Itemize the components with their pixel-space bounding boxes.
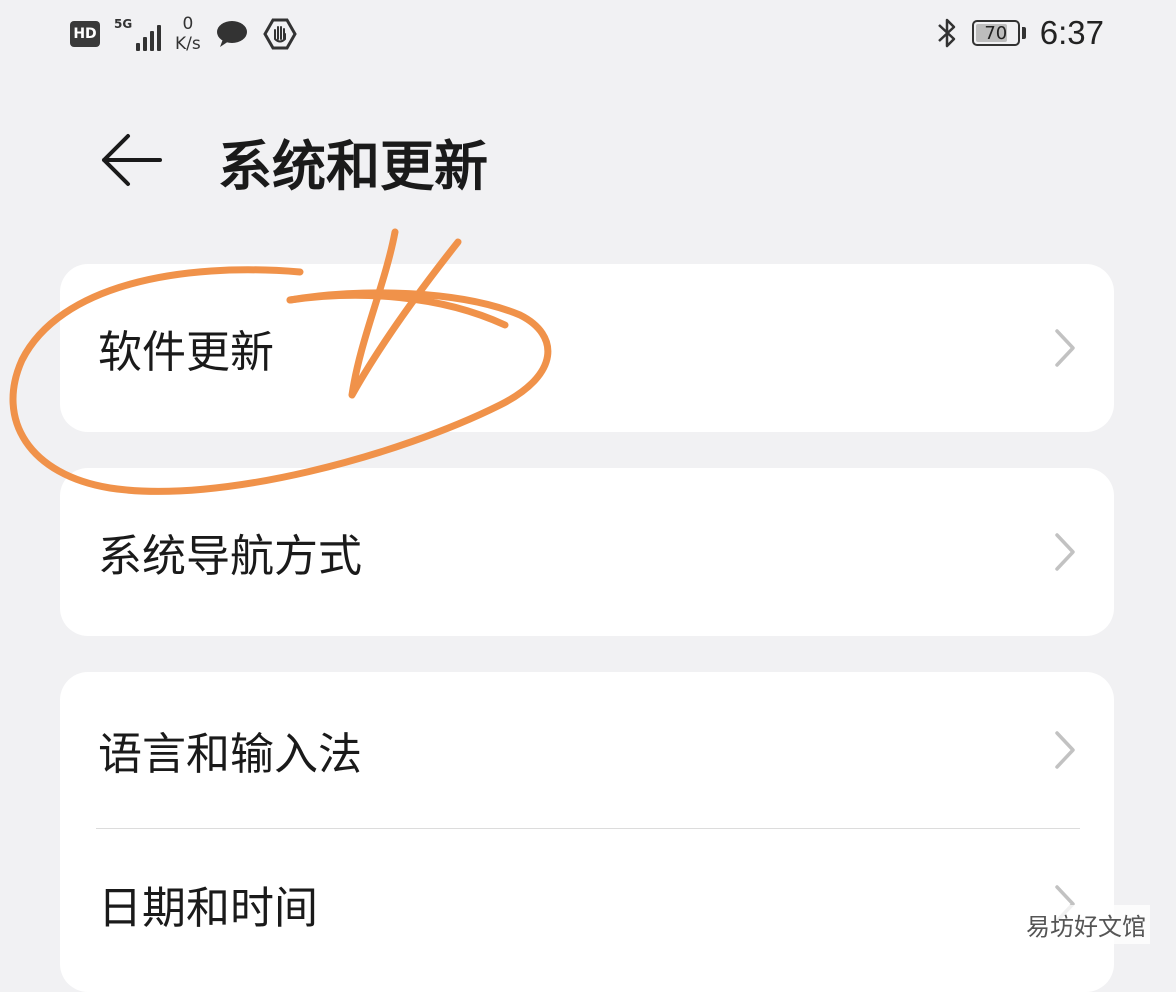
menu-item-label: 系统导航方式 xyxy=(98,531,362,582)
hand-shield-icon xyxy=(263,18,297,50)
menu-item-system-navigation[interactable]: 系统导航方式 xyxy=(60,468,1114,636)
card-language-date: 语言和输入法 日期和时间 xyxy=(60,672,1114,992)
chevron-right-icon xyxy=(1055,731,1075,769)
menu-item-language-input[interactable]: 语言和输入法 xyxy=(60,672,1114,828)
card-system-navigation: 系统导航方式 xyxy=(60,468,1114,636)
battery-icon: 70 xyxy=(971,20,1026,46)
watermark: 易坊好文馆 xyxy=(1022,905,1150,944)
back-arrow-icon xyxy=(102,134,162,186)
back-button[interactable] xyxy=(98,130,164,190)
status-bar-left: HD 5G 0 K/s xyxy=(70,14,297,54)
menu-item-software-update[interactable]: 软件更新 xyxy=(60,264,1114,432)
status-bar: HD 5G 0 K/s 70 6:37 xyxy=(0,0,1176,80)
menu-item-label: 日期和时间 xyxy=(98,883,318,934)
menu-item-date-time[interactable]: 日期和时间 xyxy=(60,829,1114,979)
network-speed-unit: K/s xyxy=(175,34,201,54)
menu-item-label: 语言和输入法 xyxy=(98,729,362,780)
card-software-update: 软件更新 xyxy=(60,264,1114,432)
status-time: 6:37 xyxy=(1039,14,1104,51)
page-header: 系统和更新 xyxy=(0,110,1176,210)
network-speed: 0 K/s xyxy=(175,14,201,54)
hd-icon: HD xyxy=(70,21,100,47)
menu-item-label: 软件更新 xyxy=(98,327,274,378)
signal-bars xyxy=(136,25,161,51)
battery-body: 70 xyxy=(971,20,1020,46)
bluetooth-icon xyxy=(937,18,956,48)
network-type-label: 5G xyxy=(114,17,133,31)
chevron-right-icon xyxy=(1055,533,1075,571)
status-bar-right: 70 6:37 xyxy=(936,14,1104,52)
battery-tip xyxy=(1021,27,1026,39)
battery-level: 70 xyxy=(984,22,1008,44)
network-speed-value: 0 xyxy=(182,14,194,34)
chevron-right-icon xyxy=(1055,329,1075,367)
page-title: 系统和更新 xyxy=(218,135,488,198)
signal-icon: 5G xyxy=(114,17,161,51)
message-icon xyxy=(216,21,247,47)
